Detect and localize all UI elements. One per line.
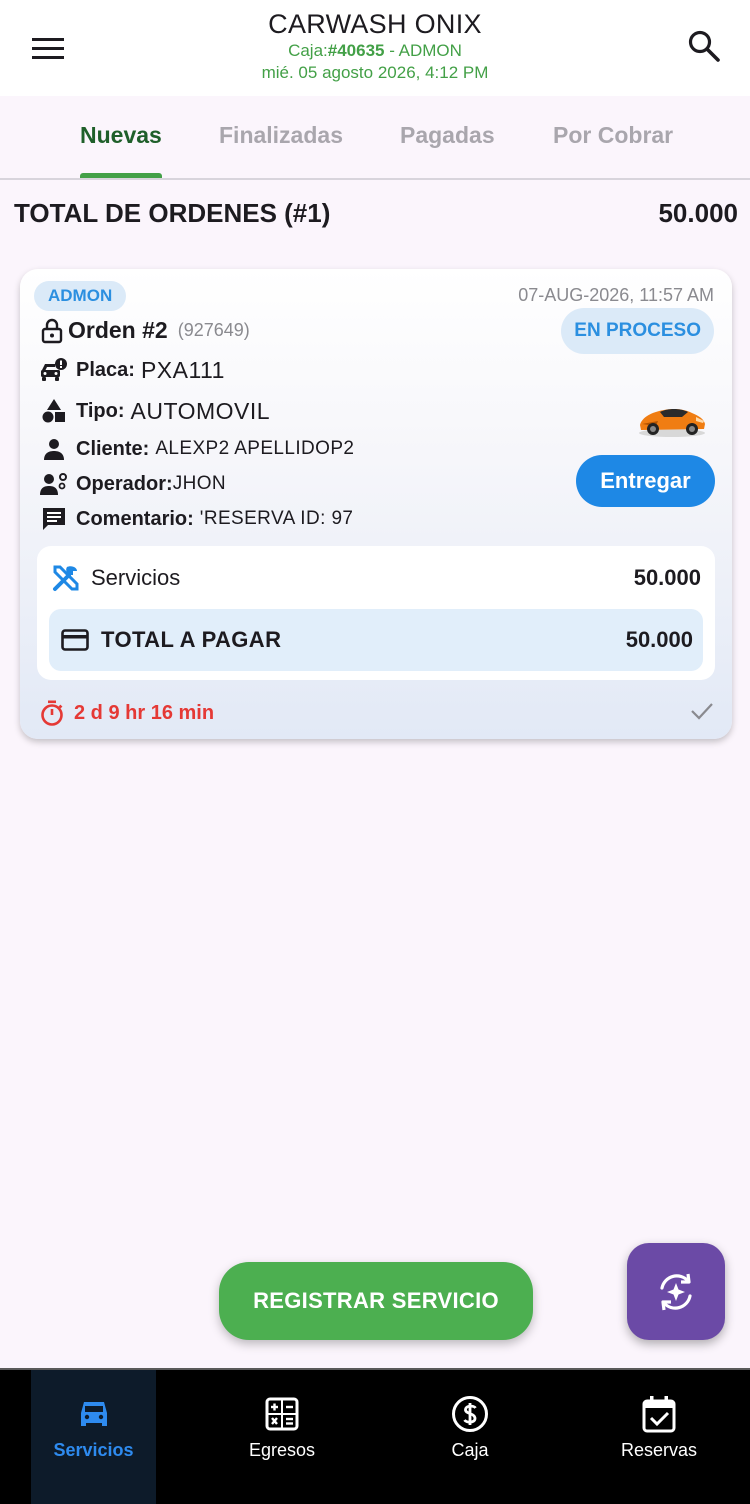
search-button[interactable] xyxy=(680,24,728,68)
elapsed-time-row: 2 d 9 hr 16 min xyxy=(40,700,214,726)
comment-label: Comentario: xyxy=(76,507,194,530)
order-tabs: Nuevas Finalizadas Pagadas Por Cobrar xyxy=(0,96,750,180)
operator-row: Operador: JHON xyxy=(40,470,226,498)
type-row: Tipo: AUTOMOVIL xyxy=(40,397,270,425)
nav-egresos[interactable]: Egresos xyxy=(220,1370,344,1504)
comment-row: Comentario: 'RESERVA ID: 97 xyxy=(40,505,353,533)
car-image xyxy=(636,397,708,439)
tab-label: Finalizadas xyxy=(219,122,343,148)
operator-value: JHON xyxy=(172,473,227,494)
order-title: Orden #2 xyxy=(68,317,168,343)
car-icon xyxy=(80,1402,107,1426)
hamburger-icon xyxy=(32,38,64,59)
order-card[interactable]: ADMON 07-AUG-2026, 11:57 AM Orden #2 (92… xyxy=(20,269,732,739)
check-icon xyxy=(691,703,713,720)
services-box: Servicios 50.000 TOTAL A PAGAR 50.000 xyxy=(37,546,715,680)
auto-sync-icon xyxy=(660,1273,692,1310)
lock-open-icon xyxy=(41,318,63,343)
caja-user: - ADMON xyxy=(384,41,462,60)
comment-value: 'RESERVA ID: 97 xyxy=(199,508,354,529)
tab-label: Por Cobrar xyxy=(553,122,674,148)
calculator-icon xyxy=(265,1397,299,1431)
client-value: ALEXP2 APELLIDOP2 xyxy=(155,438,355,459)
deliver-button[interactable]: Entregar xyxy=(576,455,715,507)
tab-finalizadas[interactable]: Finalizadas xyxy=(219,122,343,178)
app-bar: CARWASH ONIX Caja:#40635 - ADMON mié. 05… xyxy=(0,0,750,96)
client-row: Cliente: ALEXP2 APELLIDOP2 xyxy=(40,435,354,463)
nav-label: Servicios xyxy=(53,1440,134,1460)
type-value: AUTOMOVIL xyxy=(130,397,271,424)
credit-card-icon xyxy=(61,629,89,651)
nav-label: Reservas xyxy=(620,1440,698,1460)
active-tab-indicator xyxy=(80,173,162,178)
caja-number: #40635 xyxy=(327,41,385,60)
type-label: Tipo: xyxy=(76,399,125,422)
search-icon xyxy=(688,30,720,62)
tab-label: Nuevas xyxy=(80,122,162,148)
nav-reservas[interactable]: Reservas xyxy=(596,1370,722,1504)
tab-label: Pagadas xyxy=(400,122,495,148)
total-to-pay-box: TOTAL A PAGAR 50.000 xyxy=(49,609,703,671)
orders-total-value: 50.000 xyxy=(658,198,738,228)
app-title: CARWASH ONIX xyxy=(268,9,482,39)
user-chip: ADMON xyxy=(34,281,127,311)
tab-por-cobrar[interactable]: Por Cobrar xyxy=(553,122,673,178)
orders-summary: TOTAL DE ORDENES (#1) 50.000 xyxy=(14,198,738,229)
order-id: (927649) xyxy=(177,320,250,340)
orders-total-label: TOTAL DE ORDENES (#1) xyxy=(14,198,331,228)
client-label: Cliente: xyxy=(76,437,150,460)
plate-value: PXA111 xyxy=(140,356,225,383)
dollar-icon xyxy=(452,1396,488,1432)
elapsed-time: 2 d 9 hr 16 min xyxy=(74,701,215,724)
engineer-icon xyxy=(40,470,68,498)
operator-label: Operador: xyxy=(76,472,173,495)
status-badge: EN PROCESO xyxy=(561,308,714,354)
sync-fab[interactable] xyxy=(627,1243,725,1340)
services-value: 50.000 xyxy=(633,565,701,590)
nav-label: Caja xyxy=(451,1440,489,1460)
order-header: Orden #2 (927649) xyxy=(40,317,250,344)
caja-line: Caja:#40635 - ADMON xyxy=(150,40,600,62)
comment-icon xyxy=(40,505,68,533)
tab-pagadas[interactable]: Pagadas xyxy=(400,122,495,178)
car-alert-icon xyxy=(40,356,68,384)
nav-caja[interactable]: Caja xyxy=(408,1370,532,1504)
tab-nuevas[interactable]: Nuevas xyxy=(80,122,162,178)
nav-servicios[interactable]: Servicios xyxy=(31,1370,156,1504)
order-timestamp: 07-AUG-2026, 11:57 AM xyxy=(518,285,714,305)
services-label: Servicios xyxy=(91,565,181,590)
total-to-pay-value: 50.000 xyxy=(625,627,693,652)
timer-icon xyxy=(41,700,63,726)
menu-button[interactable] xyxy=(24,26,72,70)
bottom-navigation: Servicios Egresos Caja Reservas xyxy=(0,1368,750,1504)
shapes-icon xyxy=(40,397,68,425)
calendar-check-icon xyxy=(642,1396,676,1433)
total-to-pay-label: TOTAL A PAGAR xyxy=(101,627,282,652)
title-block: CARWASH ONIX Caja:#40635 - ADMON mié. 05… xyxy=(150,8,600,84)
register-service-button[interactable]: REGISTRAR SERVICIO xyxy=(219,1262,533,1340)
plate-label: Placa: xyxy=(76,358,135,381)
plate-row: Placa: PXA111 xyxy=(40,356,225,384)
nav-label: Egresos xyxy=(248,1440,316,1460)
caja-prefix: Caja: xyxy=(288,41,328,60)
person-icon xyxy=(40,435,68,463)
tools-icon xyxy=(53,565,79,591)
current-datetime: mié. 05 agosto 2026, 4:12 PM xyxy=(261,63,489,82)
services-row: Servicios 50.000 xyxy=(51,562,701,594)
